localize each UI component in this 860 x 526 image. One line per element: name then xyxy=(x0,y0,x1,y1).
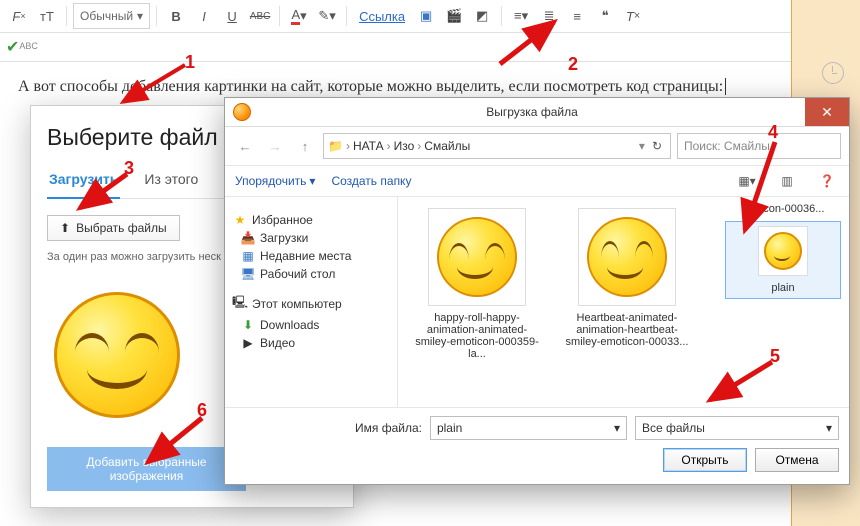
breadcrumb[interactable]: 📁 › НАТА › Изо › Смайлы ▾ ↻ xyxy=(323,133,671,159)
separator xyxy=(156,6,157,26)
chevron-right-icon: › xyxy=(387,139,391,153)
tree-desktop[interactable]: 🖥 Рабочий стол xyxy=(229,265,393,283)
text-color-icon[interactable]: A▾ xyxy=(286,3,312,29)
annotation-arrow xyxy=(115,60,195,110)
tree-label: Этот компьютер xyxy=(252,297,342,311)
chevron-down-icon: ▾ xyxy=(826,421,832,435)
quote-icon[interactable]: ❝ xyxy=(592,3,618,29)
insert-video-icon[interactable]: 🎬 xyxy=(441,3,467,29)
close-button[interactable]: ✕ xyxy=(805,98,849,126)
bold-icon[interactable]: B xyxy=(163,3,189,29)
filetype-dropdown[interactable]: Все файлы ▾ xyxy=(635,416,839,440)
dialog-title: Выгрузка файла xyxy=(259,105,805,119)
file-name: Heartbeat-animated-animation-heartbeat-s… xyxy=(561,312,693,348)
highlight-icon[interactable]: ✎▾ xyxy=(314,3,340,29)
tree-favorites[interactable]: ★ Избранное xyxy=(229,211,393,229)
choose-files-label: Выбрать файлы xyxy=(76,221,167,235)
breadcrumb-item[interactable]: НАТА xyxy=(353,139,384,153)
spellcheck-icon[interactable]: ✔ABC xyxy=(6,37,38,57)
star-icon: ★ xyxy=(233,213,247,227)
filename-value: plain xyxy=(437,421,462,435)
annotation-arrow xyxy=(492,14,572,70)
separator xyxy=(346,6,347,26)
filename-row: Имя файла: plain ▾ Все файлы ▾ xyxy=(235,416,839,440)
text-height-icon[interactable]: тТ xyxy=(34,3,60,29)
organize-label: Упорядочить xyxy=(235,174,306,188)
annotation-arrow xyxy=(735,138,785,238)
desktop-icon: 🖥 xyxy=(241,267,255,281)
tree-label: Рабочий стол xyxy=(260,267,335,281)
editor-subtoolbar: ✔ABC xyxy=(0,33,860,62)
download-icon: ⬇ xyxy=(241,318,255,332)
file-item[interactable]: happy-roll-happy-animation-animated-smil… xyxy=(406,203,548,365)
file-preview xyxy=(47,285,187,425)
refresh-icon[interactable]: ↻ xyxy=(652,139,662,153)
tree-computer[interactable]: 🖳 Этот компьютер xyxy=(229,291,393,316)
tree-label: Избранное xyxy=(252,213,313,227)
tab-from-site[interactable]: Из этого xyxy=(142,165,200,198)
format-clear-icon[interactable]: F× xyxy=(6,3,32,29)
separator xyxy=(66,6,67,26)
back-button[interactable]: ← xyxy=(233,134,257,158)
forward-button[interactable]: → xyxy=(263,134,287,158)
tree-downloads[interactable]: 📥 Загрузки xyxy=(229,229,393,247)
annotation-arrow xyxy=(700,358,780,408)
folder-icon: 📁 xyxy=(328,139,343,153)
tree-label: Downloads xyxy=(260,318,319,332)
computer-icon: 🖳 xyxy=(233,293,247,314)
file-thumbnail xyxy=(428,208,526,306)
filename-label: Имя файла: xyxy=(235,421,422,435)
tree-recent[interactable]: ▦ Недавние места xyxy=(229,247,393,265)
breadcrumb-item[interactable]: Смайлы xyxy=(424,139,470,153)
firefox-icon xyxy=(233,103,251,121)
annotation-arrow xyxy=(140,414,210,474)
file-name: happy-roll-happy-animation-animated-smil… xyxy=(411,312,543,360)
upload-icon: ⬆ xyxy=(60,221,70,235)
folder-tree: ★ Избранное 📥 Загрузки ▦ Недавние места 🖥 Ра… xyxy=(225,197,398,407)
editor-toolbar: F× тТ Обычный ▾ B I U ABC A▾ ✎▾ Ссылка ▣… xyxy=(0,0,860,33)
tree-videos[interactable]: ▶ Видео xyxy=(229,334,393,352)
new-folder-button[interactable]: Создать папку xyxy=(331,174,411,188)
chevron-right-icon: › xyxy=(346,139,350,153)
insert-link[interactable]: Ссылка xyxy=(353,9,411,24)
breadcrumb-item[interactable]: Изо xyxy=(394,139,415,153)
filename-input[interactable]: plain ▾ xyxy=(430,416,627,440)
separator xyxy=(279,6,280,26)
tree-label: Загрузки xyxy=(260,231,308,245)
italic-icon[interactable]: I xyxy=(191,3,217,29)
folder-icon: 📥 xyxy=(241,231,255,245)
file-item[interactable]: Heartbeat-animated-animation-heartbeat-s… xyxy=(556,203,698,353)
up-button[interactable]: ↑ xyxy=(293,134,317,158)
style-dropdown[interactable]: Обычный ▾ xyxy=(73,3,150,29)
recent-icon: ▦ xyxy=(241,249,255,263)
file-name: plain xyxy=(730,282,836,294)
file-thumbnail xyxy=(578,208,676,306)
clock-icon[interactable] xyxy=(822,62,844,84)
tree-label: Видео xyxy=(260,336,295,350)
open-button[interactable]: Открыть xyxy=(663,448,747,472)
tree-label: Недавние места xyxy=(260,249,351,263)
tree-downloads2[interactable]: ⬇ Downloads xyxy=(229,316,393,334)
style-dropdown-label: Обычный xyxy=(80,9,133,23)
help-button[interactable]: ❓ xyxy=(815,169,839,193)
chevron-down-icon[interactable]: ▾ xyxy=(639,139,645,153)
dialog-titlebar: Выгрузка файла ✕ xyxy=(225,98,849,127)
video-icon: ▶ xyxy=(241,336,255,350)
dialog-cancel-button[interactable]: Отмена xyxy=(755,448,839,472)
insert-image-icon[interactable]: ▣ xyxy=(413,3,439,29)
remove-format-icon[interactable]: T× xyxy=(620,3,646,29)
choose-files-button[interactable]: ⬆ Выбрать файлы xyxy=(47,215,180,241)
smiley-preview-image xyxy=(54,292,180,418)
dialog-bottom: Имя файла: plain ▾ Все файлы ▾ Открыть О… xyxy=(225,407,849,484)
underline-icon[interactable]: U xyxy=(219,3,245,29)
strike-icon[interactable]: ABC xyxy=(247,3,273,29)
chevron-down-icon: ▾ xyxy=(614,421,620,435)
organize-menu[interactable]: Упорядочить ▾ xyxy=(235,174,315,188)
annotation-arrow xyxy=(72,168,132,218)
filetype-value: Все файлы xyxy=(642,421,705,435)
dialog-actions: Открыть Отмена xyxy=(235,448,839,472)
chevron-down-icon: ▾ xyxy=(309,174,315,188)
chevron-right-icon: › xyxy=(417,139,421,153)
chevron-down-icon: ▾ xyxy=(137,9,143,23)
